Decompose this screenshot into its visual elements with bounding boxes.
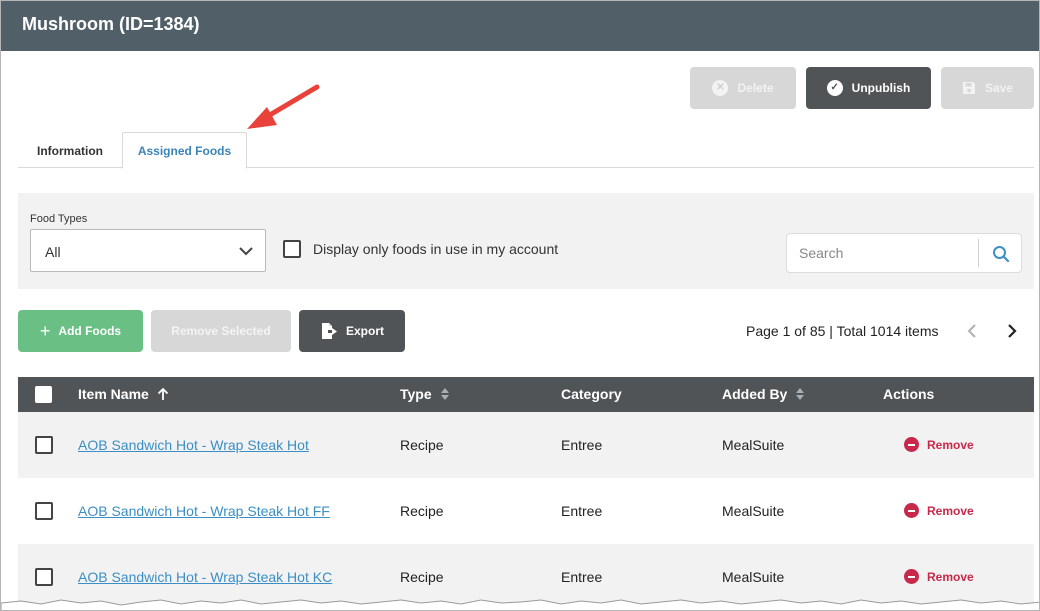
search-separator [978, 239, 979, 267]
row-checkbox[interactable] [35, 502, 53, 520]
remove-selected-button[interactable]: Remove Selected [151, 310, 291, 352]
export-label: Export [345, 324, 384, 338]
arrow-up-icon [157, 387, 168, 400]
column-header-label: Type [400, 386, 432, 402]
save-button-label: Save [984, 81, 1014, 95]
food-types-label: Food Types [30, 213, 88, 225]
column-header-added-by[interactable]: Added By [722, 386, 805, 402]
remove-button[interactable]: Remove [904, 437, 974, 452]
item-type: Recipe [400, 437, 444, 453]
unpublish-button[interactable]: ✓ Unpublish [806, 67, 931, 109]
tab-assigned-foods[interactable]: Assigned Foods [122, 132, 247, 169]
remove-button[interactable]: Remove [904, 503, 974, 518]
item-added-by: MealSuite [722, 569, 785, 585]
remove-button[interactable]: Remove [904, 569, 974, 584]
add-foods-button[interactable]: + Add Foods [18, 310, 143, 352]
item-category: Entree [561, 569, 603, 585]
file-export-icon [321, 323, 337, 339]
search-icon[interactable] [992, 245, 1010, 263]
item-added-by: MealSuite [722, 437, 785, 453]
item-category: Entree [561, 437, 603, 453]
column-header-category: Category [561, 386, 622, 402]
unpublish-button-label: Unpublish [851, 81, 911, 95]
remove-selected-label: Remove Selected [171, 324, 271, 338]
chevron-right-icon[interactable] [1003, 321, 1021, 341]
food-types-value: All [45, 244, 61, 260]
row-checkbox[interactable] [35, 568, 53, 586]
pagination-status: Page 1 of 85 | Total 1014 items [746, 323, 939, 339]
x-circle-icon: ✕ [712, 80, 729, 96]
food-types-select[interactable]: All [30, 229, 266, 272]
select-all-checkbox[interactable] [35, 386, 52, 403]
remove-label: Remove [927, 437, 974, 452]
row-checkbox[interactable] [35, 436, 53, 454]
table-header: Item Name Type Category Added By Actions [18, 377, 1034, 412]
tab-information[interactable]: Information [18, 133, 122, 169]
torn-edge-decoration [1, 599, 1039, 610]
delete-button[interactable]: ✕ Delete [690, 67, 796, 109]
check-circle-icon: ✓ [826, 80, 843, 96]
add-foods-label: Add Foods [58, 324, 122, 338]
column-header-item-name[interactable]: Item Name [78, 386, 169, 402]
app-window: Mushroom (ID=1384) ✕ Delete ✓ Unpublish … [0, 0, 1040, 611]
page-title: Mushroom (ID=1384) [22, 14, 200, 34]
delete-button-label: Delete [737, 81, 774, 95]
chevron-down-icon [239, 247, 253, 256]
remove-label: Remove [927, 569, 974, 584]
chevron-left-icon[interactable] [963, 321, 981, 341]
minus-circle-icon [904, 569, 919, 584]
floppy-disk-icon [962, 82, 975, 94]
minus-circle-icon [904, 503, 919, 518]
table-row: AOB Sandwich Hot - Wrap Steak Hot Recipe… [18, 412, 1034, 478]
item-type: Recipe [400, 569, 444, 585]
column-header-label: Item Name [78, 386, 149, 402]
item-name-link[interactable]: AOB Sandwich Hot - Wrap Steak Hot KC [78, 569, 332, 585]
item-category: Entree [561, 503, 603, 519]
item-type: Recipe [400, 503, 444, 519]
title-bar: Mushroom (ID=1384) [1, 1, 1039, 51]
column-header-label: Category [561, 386, 622, 402]
minus-circle-icon [904, 437, 919, 452]
item-name-link[interactable]: AOB Sandwich Hot - Wrap Steak Hot FF [78, 503, 330, 519]
column-header-actions: Actions [883, 386, 934, 402]
plus-icon: + [39, 321, 51, 341]
sort-icon [796, 388, 805, 400]
display-only-checkbox[interactable] [283, 240, 301, 258]
search-box [786, 233, 1022, 273]
export-button[interactable]: Export [299, 310, 405, 352]
annotation-arrow-icon [247, 84, 320, 129]
save-button[interactable]: Save [941, 67, 1034, 109]
table-row: AOB Sandwich Hot - Wrap Steak Hot FF Rec… [18, 478, 1034, 544]
item-added-by: MealSuite [722, 503, 785, 519]
item-name-link[interactable]: AOB Sandwich Hot - Wrap Steak Hot [78, 437, 309, 453]
column-header-label: Added By [722, 386, 788, 402]
search-input[interactable] [788, 235, 976, 271]
sort-icon [440, 388, 449, 400]
column-header-type[interactable]: Type [400, 386, 450, 402]
display-only-label[interactable]: Display only foods in use in my account [313, 241, 558, 257]
column-header-label: Actions [883, 386, 935, 402]
remove-label: Remove [927, 503, 974, 518]
